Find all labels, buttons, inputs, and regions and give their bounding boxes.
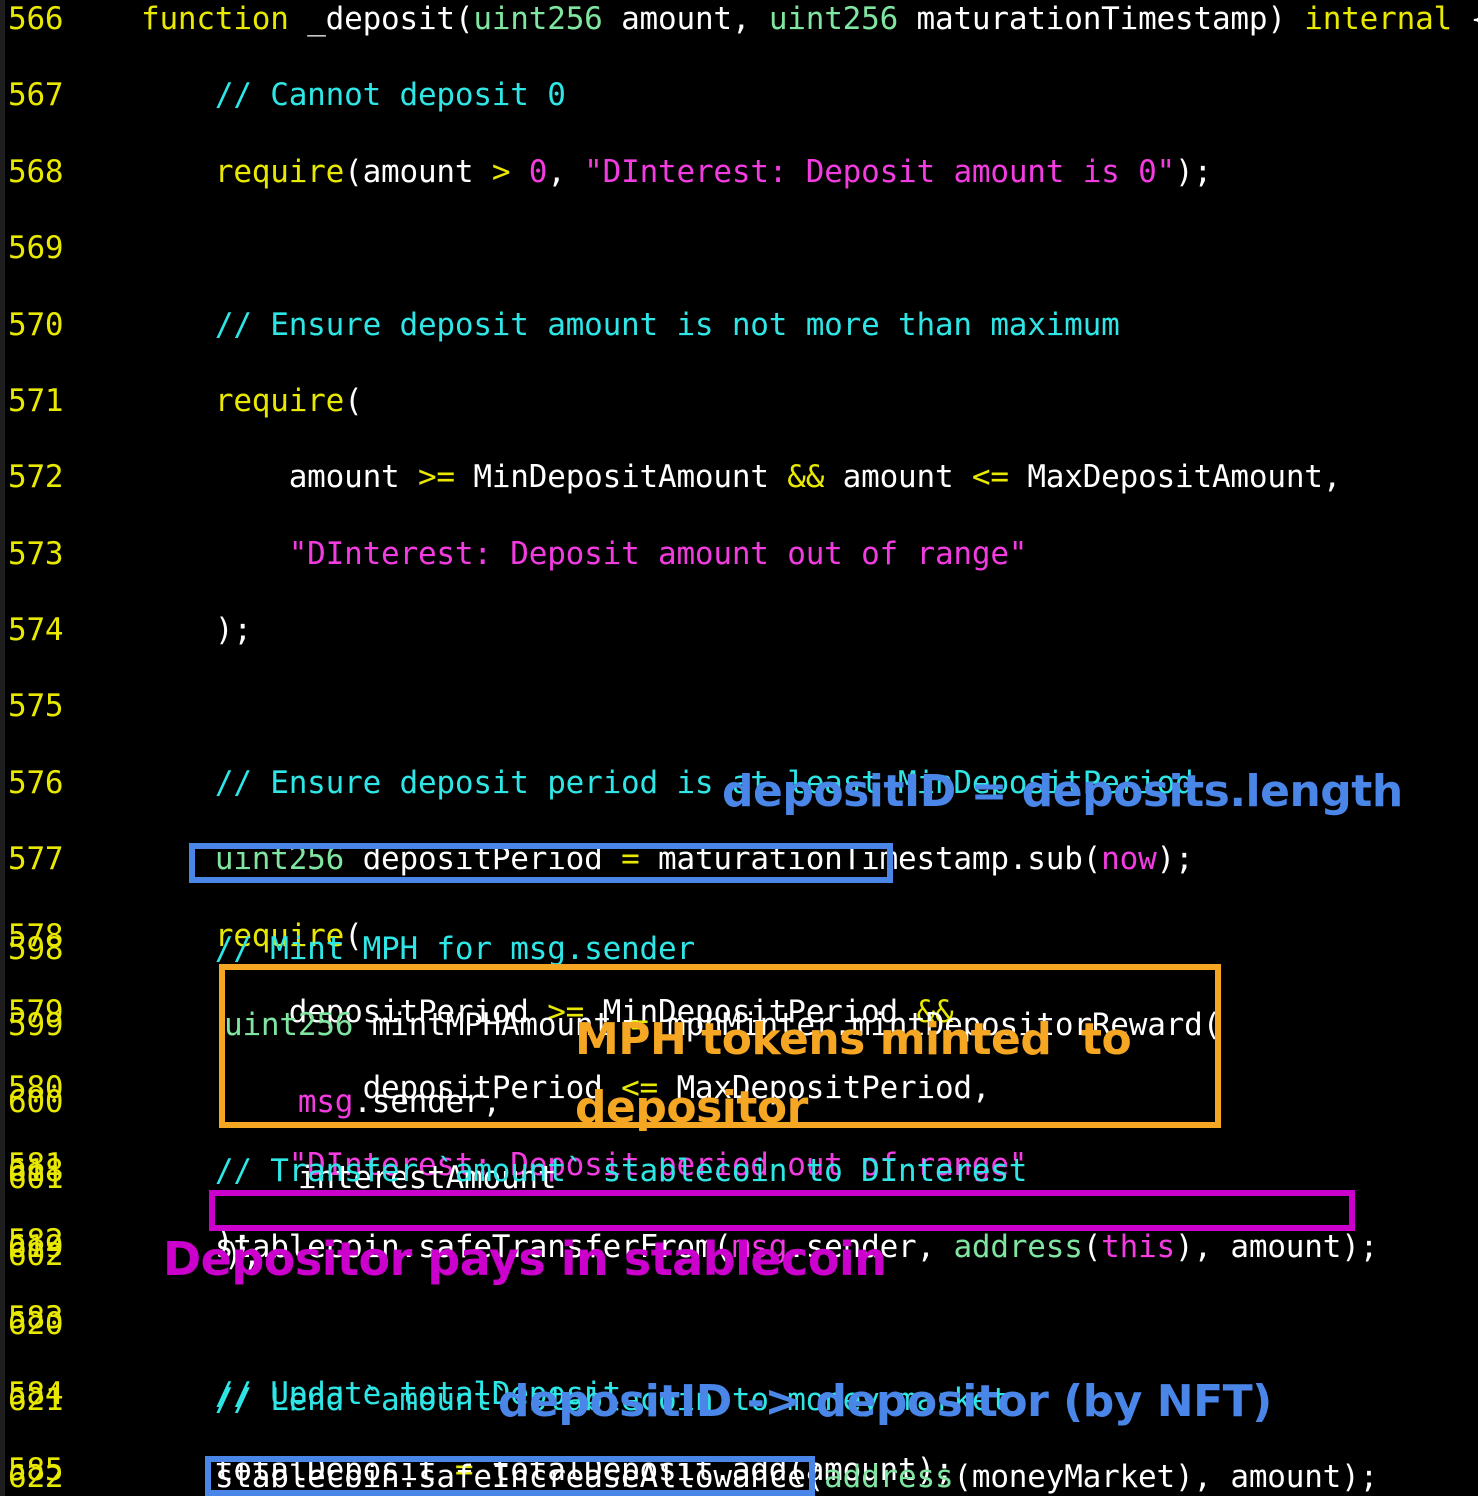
- line-number: 573: [8, 535, 64, 572]
- code-line[interactable]: 572 amount >= MinDepositAmount && amount…: [0, 458, 1478, 496]
- code-line[interactable]: 575: [0, 687, 1478, 725]
- line-number: 598: [8, 931, 64, 967]
- line-number: 600: [8, 1083, 64, 1120]
- code-line[interactable]: 574 );: [0, 611, 1478, 649]
- line-number: 577: [8, 841, 64, 878]
- line-content: uint256 depositPeriod = maturationTimest…: [214, 841, 1194, 878]
- line-number: 569: [8, 230, 64, 267]
- line-content: // Cannot deposit 0: [141, 77, 566, 114]
- line-content: );: [141, 612, 252, 649]
- line-number: 620: [8, 1305, 64, 1342]
- annotation-deposit-id: depositID = deposits.length: [722, 766, 1403, 817]
- line-number: 619: [8, 1229, 64, 1266]
- line-number: 566: [8, 1, 64, 37]
- line-content: stablecoin.safeIncreaseAllowance(address…: [141, 1458, 1379, 1495]
- line-number: 567: [8, 77, 64, 114]
- line-content: // Mint MPH for msg.sender: [141, 931, 695, 967]
- line-number: 568: [8, 153, 64, 190]
- code-screenshot: 566 function _deposit(uint256 amount, ui…: [0, 0, 1478, 1496]
- code-line[interactable]: 566 function _deposit(uint256 amount, ui…: [0, 0, 1478, 38]
- line-content: // Transfer `amount` stablecoin to DInte…: [141, 1153, 1028, 1189]
- code-line[interactable]: 577 uint256 depositPeriod = maturationTi…: [0, 840, 1478, 878]
- code-line[interactable]: 622 stablecoin.safeIncreaseAllowance(add…: [0, 1458, 1478, 1496]
- line-content: "DInterest: Deposit amount out of range": [288, 535, 1028, 572]
- annotation-depositor-pays: Depositor pays in stablecoin: [163, 1232, 887, 1286]
- line-number: 571: [8, 382, 64, 419]
- code-line[interactable]: 573 "DInterest: Deposit amount out of ra…: [0, 535, 1478, 573]
- annotation-depositid-nft: depositID -> depositor (by NFT): [498, 1376, 1272, 1427]
- code-line[interactable]: 598 // Mint MPH for msg.sender: [0, 930, 1478, 968]
- line-content: // Ensure deposit amount is not more tha…: [141, 306, 1120, 343]
- code-line[interactable]: 568 require(amount > 0, "DInterest: Depo…: [0, 153, 1478, 191]
- line-number: 572: [8, 459, 64, 496]
- code-line[interactable]: 567 // Cannot deposit 0: [0, 76, 1478, 114]
- line-content: require(amount > 0, "DInterest: Deposit …: [214, 153, 1212, 190]
- code-line[interactable]: 570 // Ensure deposit amount is not more…: [0, 306, 1478, 344]
- line-number: 618: [8, 1153, 64, 1189]
- code-line[interactable]: 620: [0, 1305, 1478, 1343]
- line-content: require(: [214, 382, 363, 419]
- line-content: amount >= MinDepositAmount && amount <= …: [141, 459, 1342, 496]
- code-line[interactable]: 618 // Transfer `amount` stablecoin to D…: [0, 1152, 1478, 1190]
- code-block-3: 618 // Transfer `amount` stablecoin to D…: [0, 1152, 1478, 1496]
- line-number: 570: [8, 306, 64, 343]
- line-number: 575: [8, 688, 64, 725]
- line-number: 599: [8, 1007, 64, 1044]
- line-number: 576: [8, 764, 64, 801]
- line-content: msg.sender,: [297, 1083, 501, 1120]
- line-content: function _deposit(uint256 amount, uint25…: [141, 1, 1478, 37]
- code-block-1: 566 function _deposit(uint256 amount, ui…: [0, 0, 1478, 1488]
- annotation-mph-minted-line2: depositor: [575, 1082, 808, 1133]
- annotation-mph-minted-line1: MPH tokens minted to: [575, 1014, 1132, 1065]
- code-line[interactable]: 571 require(: [0, 382, 1478, 420]
- code-line[interactable]: 569: [0, 229, 1478, 267]
- line-number: 574: [8, 612, 64, 649]
- line-number: 622: [8, 1458, 64, 1495]
- line-number: 621: [8, 1382, 64, 1419]
